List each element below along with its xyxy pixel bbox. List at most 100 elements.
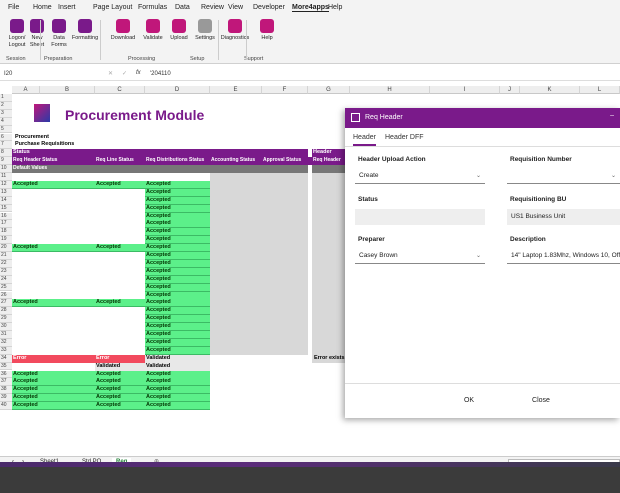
column-header-l[interactable]: L (580, 86, 620, 94)
formula-enter-icon: ✓ (122, 71, 128, 77)
row-header[interactable]: 8 (0, 149, 12, 158)
row-header[interactable]: 7 (0, 141, 12, 150)
sheet-tab-sheet1[interactable]: Sheet1 (36, 458, 63, 462)
row-header[interactable]: 16 (0, 212, 12, 221)
column-header-d[interactable]: D (145, 86, 210, 94)
upload-action-select[interactable]: Create ⌄ (355, 168, 485, 184)
group-separator (40, 20, 41, 60)
row-header[interactable]: 28 (0, 307, 12, 316)
menu-more4apps[interactable]: More4apps (292, 4, 329, 12)
menu-developer[interactable]: Developer (253, 4, 285, 11)
column-header-j[interactable]: J (500, 86, 520, 94)
tab-header-dff[interactable]: Header DFF (385, 134, 424, 144)
row-header[interactable]: 4 (0, 117, 12, 126)
row-header[interactable]: 13 (0, 188, 12, 197)
row-header[interactable]: 23 (0, 267, 12, 276)
row-header[interactable]: 2 (0, 101, 12, 110)
row-header[interactable]: 1 (0, 94, 12, 102)
column-header-a[interactable]: A (12, 86, 40, 94)
row-header[interactable]: 21 (0, 252, 12, 260)
row-header[interactable]: 40 (0, 402, 12, 410)
row-header[interactable]: 18 (0, 228, 12, 237)
column-header-k[interactable]: K (520, 86, 580, 94)
column-header-c[interactable]: C (95, 86, 145, 94)
column-header-e[interactable]: E (210, 86, 262, 94)
line-status-cell: Accepted (95, 386, 145, 395)
description-input[interactable]: 14" Laptop 1.83Mhz, Windows 10, Off (507, 248, 620, 264)
ok-button[interactable]: OK (439, 390, 499, 412)
function-icon[interactable]: fx (136, 70, 141, 76)
column-header-h[interactable]: H (350, 86, 430, 94)
row-header[interactable]: 24 (0, 275, 12, 284)
row-header[interactable]: 22 (0, 259, 12, 268)
row-header[interactable]: 31 (0, 331, 12, 339)
minimize-icon[interactable]: – (610, 112, 614, 119)
req-number-select[interactable]: ⌄ (507, 168, 620, 184)
column-header-g[interactable]: G (308, 86, 350, 94)
row-header[interactable]: 12 (0, 180, 12, 189)
row-header[interactable]: 10 (0, 165, 12, 173)
preparer-select[interactable]: Casey Brown ⌄ (355, 248, 485, 264)
row-header[interactable]: 39 (0, 394, 12, 403)
menu-bar: File Home Insert Page Layout Formulas Data Rev… (0, 0, 620, 16)
row-header[interactable]: 37 (0, 378, 12, 387)
tab-scroll-left-icon[interactable]: ‹ (8, 458, 18, 462)
row-header[interactable]: 3 (0, 109, 12, 118)
menu-view[interactable]: View (228, 4, 243, 11)
section-label: Procurement (15, 133, 49, 140)
formatting-button[interactable]: Formatting (70, 19, 100, 42)
row-header[interactable]: 25 (0, 283, 12, 292)
help-button[interactable]: Help (252, 19, 282, 42)
row-header[interactable]: 33 (0, 346, 12, 355)
column-title: Approval Status (262, 157, 312, 166)
row-header[interactable]: 5 (0, 125, 12, 134)
settings-button[interactable]: Settings (190, 19, 220, 42)
row-header[interactable]: 34 (0, 354, 12, 363)
sheet-tab-req[interactable]: Req (112, 458, 132, 462)
menu-data[interactable]: Data (175, 4, 190, 11)
row-header[interactable]: 29 (0, 315, 12, 324)
row-header[interactable]: 27 (0, 299, 12, 308)
group-preparation: Preparation (44, 56, 73, 62)
group-setup: Setup (190, 56, 205, 62)
column-header-i[interactable]: I (430, 86, 500, 94)
row-header[interactable]: 32 (0, 338, 12, 347)
row-header[interactable]: 26 (0, 291, 12, 300)
tab-header[interactable]: Header (353, 134, 376, 146)
column-header-f[interactable]: F (262, 86, 308, 94)
bu-field: US1 Business Unit (507, 209, 620, 225)
horizontal-scrollbar[interactable] (508, 459, 620, 462)
menu-insert[interactable]: Insert (58, 4, 76, 11)
column-header-b[interactable]: B (40, 86, 95, 94)
name-box[interactable]: I20 (4, 71, 94, 77)
row-header[interactable]: 6 (0, 133, 12, 142)
row-header[interactable]: 20 (0, 244, 12, 252)
row-header[interactable]: 35 (0, 362, 12, 371)
menu-review[interactable]: Review (201, 4, 224, 11)
menu-formulas[interactable]: Formulas (138, 4, 167, 11)
line-status-cell: Accepted (95, 180, 145, 189)
add-sheet-icon[interactable]: ⊕ (150, 458, 163, 462)
header-status-cell: Accepted (12, 386, 95, 395)
row-header[interactable]: 17 (0, 220, 12, 229)
distribution-status-cell: Accepted (145, 291, 210, 300)
row-header[interactable]: 9 (0, 157, 12, 166)
row-header[interactable]: 19 (0, 236, 12, 245)
row-header[interactable]: 14 (0, 196, 12, 205)
row-header[interactable]: 38 (0, 386, 12, 395)
row-header[interactable]: 36 (0, 370, 12, 379)
description-label: Description (510, 236, 546, 243)
sheet-tab-std-po[interactable]: Std PO (78, 458, 105, 462)
download-button[interactable]: Download (108, 19, 138, 42)
menu-page-layout[interactable]: Page Layout (93, 4, 132, 11)
menu-home[interactable]: Home (33, 4, 52, 11)
chevron-down-icon: ⌄ (475, 253, 481, 259)
menu-help[interactable]: Help (328, 4, 342, 11)
row-header[interactable]: 11 (0, 173, 12, 181)
menu-file[interactable]: File (8, 4, 19, 11)
tab-scroll-right-icon[interactable]: › (18, 458, 28, 462)
close-button[interactable]: Close (511, 390, 571, 412)
row-header[interactable]: 30 (0, 323, 12, 331)
row-header[interactable]: 15 (0, 204, 12, 213)
formula-input[interactable]: '204110 (150, 71, 171, 77)
